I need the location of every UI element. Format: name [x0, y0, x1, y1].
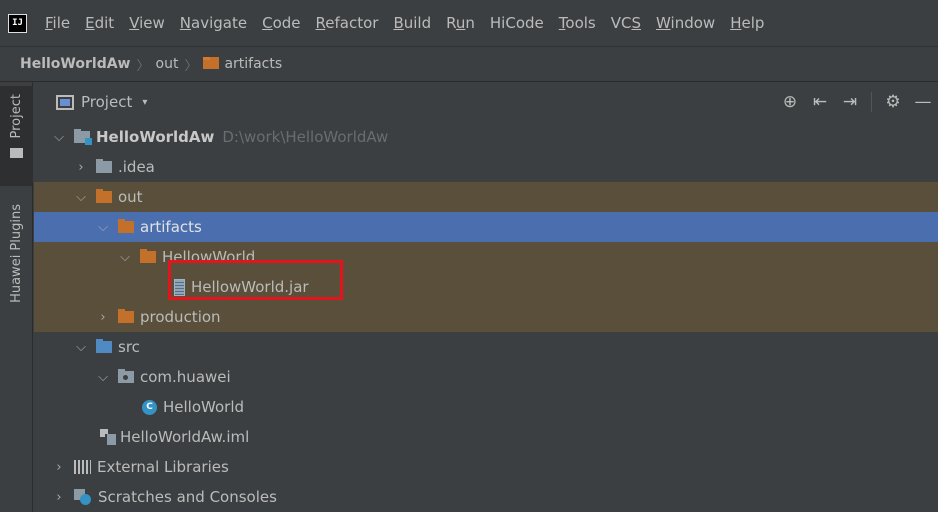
locate-file-icon[interactable]: ⊕	[775, 92, 805, 112]
panel-toolbar: ⊕ ⇤ ⇥ ⚙ —	[775, 82, 938, 122]
toolbar-divider	[871, 92, 872, 112]
tree-label: HelloWorldAw	[96, 128, 215, 146]
menu-view[interactable]: View	[129, 14, 165, 32]
tree-row-artifacts[interactable]: ⌵ artifacts	[34, 212, 938, 242]
tree-label: src	[118, 338, 140, 356]
tree-row-src[interactable]: ⌵ src	[34, 332, 938, 362]
breadcrumb: HelloWorldAw 〉 out 〉 artifacts	[0, 46, 938, 82]
tree-label: HellowWorld	[162, 248, 256, 266]
package-icon	[118, 369, 134, 383]
tree-row-com-huawei[interactable]: ⌵ com.huawei	[34, 362, 938, 392]
chevron-down-icon[interactable]: ⌵	[118, 250, 132, 265]
collapse-all-icon[interactable]: ⇥	[835, 92, 865, 112]
tool-tab-project[interactable]: Project	[0, 86, 33, 186]
breadcrumb-separator: 〉	[184, 58, 198, 74]
excluded-folder-icon	[118, 219, 134, 233]
menu-file[interactable]: File	[45, 14, 70, 32]
menu-window[interactable]: Window	[656, 14, 715, 32]
gear-icon[interactable]: ⚙	[878, 92, 908, 112]
project-view-icon	[56, 94, 74, 110]
tree-path: D:\work\HelloWorldAw	[222, 128, 389, 146]
menu-vcs[interactable]: VCS	[611, 14, 641, 32]
libraries-icon	[74, 460, 91, 474]
excluded-folder-icon	[118, 309, 134, 323]
jar-file-icon	[174, 278, 185, 296]
chevron-right-icon[interactable]: ›	[52, 460, 66, 475]
tree-label: production	[140, 308, 221, 326]
project-panel-header: Project ▾ ⊕ ⇤ ⇥ ⚙ —	[34, 82, 938, 122]
tree-label: HellowWorld.jar	[191, 278, 309, 296]
chevron-down-icon[interactable]: ⌵	[74, 190, 88, 205]
tree-label: External Libraries	[97, 458, 229, 476]
left-tool-stripe: Project Huawei Plugins	[0, 82, 33, 512]
breadcrumb-separator: 〉	[136, 58, 150, 74]
intellij-logo-icon: IJ	[8, 13, 27, 33]
hide-panel-icon[interactable]: —	[908, 92, 938, 112]
menu-code[interactable]: Code	[262, 14, 300, 32]
menu-run[interactable]: Run	[446, 14, 475, 32]
folder-icon	[203, 57, 220, 69]
java-class-icon: C	[142, 399, 157, 415]
tree-label: out	[118, 188, 143, 206]
menu-edit[interactable]: Edit	[85, 14, 114, 32]
chevron-down-icon[interactable]: ⌵	[96, 220, 110, 235]
chevron-down-icon[interactable]: ⌵	[52, 130, 66, 145]
module-folder-icon	[74, 129, 92, 145]
tool-tab-huawei-plugins-label: Huawei Plugins	[9, 204, 24, 303]
tree-row-helloworldaw[interactable]: ⌵ HelloWorldAw D:\work\HelloWorldAw	[34, 122, 938, 152]
chevron-down-icon[interactable]: ▾	[142, 97, 147, 108]
menu-help[interactable]: Help	[730, 14, 764, 32]
folder-icon	[96, 159, 112, 173]
menu-refactor[interactable]: Refactor	[316, 14, 379, 32]
tree-row-external-libraries[interactable]: › External Libraries	[34, 452, 938, 482]
chevron-right-icon[interactable]: ›	[96, 310, 110, 325]
tree-label: com.huawei	[140, 368, 231, 386]
tree-label: Scratches and Consoles	[98, 488, 277, 506]
tree-row-helloworld-class[interactable]: C HelloWorld	[34, 392, 938, 422]
tool-tab-huawei-plugins[interactable]: Huawei Plugins	[0, 200, 33, 320]
chevron-right-icon[interactable]: ›	[52, 490, 66, 505]
menu-hicode[interactable]: HiCode	[490, 14, 544, 32]
chevron-down-icon[interactable]: ⌵	[96, 370, 110, 385]
chevron-right-icon[interactable]: ›	[74, 160, 88, 175]
excluded-folder-icon	[140, 249, 156, 263]
scratches-icon	[74, 489, 92, 505]
expand-all-icon[interactable]: ⇤	[805, 92, 835, 112]
module-file-icon	[100, 429, 116, 445]
chevron-down-icon[interactable]: ⌵	[74, 340, 88, 355]
menu-navigate[interactable]: Navigate	[180, 14, 247, 32]
tree-label: .idea	[118, 158, 155, 176]
tree-row-hellowworld-jar[interactable]: HellowWorld.jar	[34, 272, 938, 302]
menu-bar: IJ File Edit View Navigate Code Refactor…	[0, 0, 938, 46]
tree-row-iml-file[interactable]: HelloWorldAw.iml	[34, 422, 938, 452]
folder-icon	[10, 148, 23, 159]
tree-label: HelloWorldAw.iml	[120, 428, 250, 446]
breadcrumb-artifacts[interactable]: artifacts	[203, 56, 282, 72]
tree-row-out[interactable]: ⌵ out	[34, 182, 938, 212]
tree-row-scratches[interactable]: › Scratches and Consoles	[34, 482, 938, 512]
menu-build[interactable]: Build	[393, 14, 431, 32]
tree-row-production[interactable]: › production	[34, 302, 938, 332]
tree-row-idea[interactable]: › .idea	[34, 152, 938, 182]
breadcrumb-out[interactable]: out	[156, 56, 179, 72]
tree-label: HelloWorld	[163, 398, 245, 416]
breadcrumb-project[interactable]: HelloWorldAw	[20, 56, 130, 72]
source-folder-icon	[96, 339, 112, 353]
excluded-folder-icon	[96, 189, 112, 203]
tree-row-hellowworld-folder[interactable]: ⌵ HellowWorld	[34, 242, 938, 272]
project-view-selector[interactable]: Project	[81, 93, 132, 111]
tree-label: artifacts	[140, 218, 202, 236]
tool-tab-project-label: Project	[9, 94, 24, 139]
menu-tools[interactable]: Tools	[559, 14, 596, 32]
project-panel: Project ▾ ⊕ ⇤ ⇥ ⚙ — ⌵ HelloWorldAw D:\wo…	[34, 82, 938, 512]
